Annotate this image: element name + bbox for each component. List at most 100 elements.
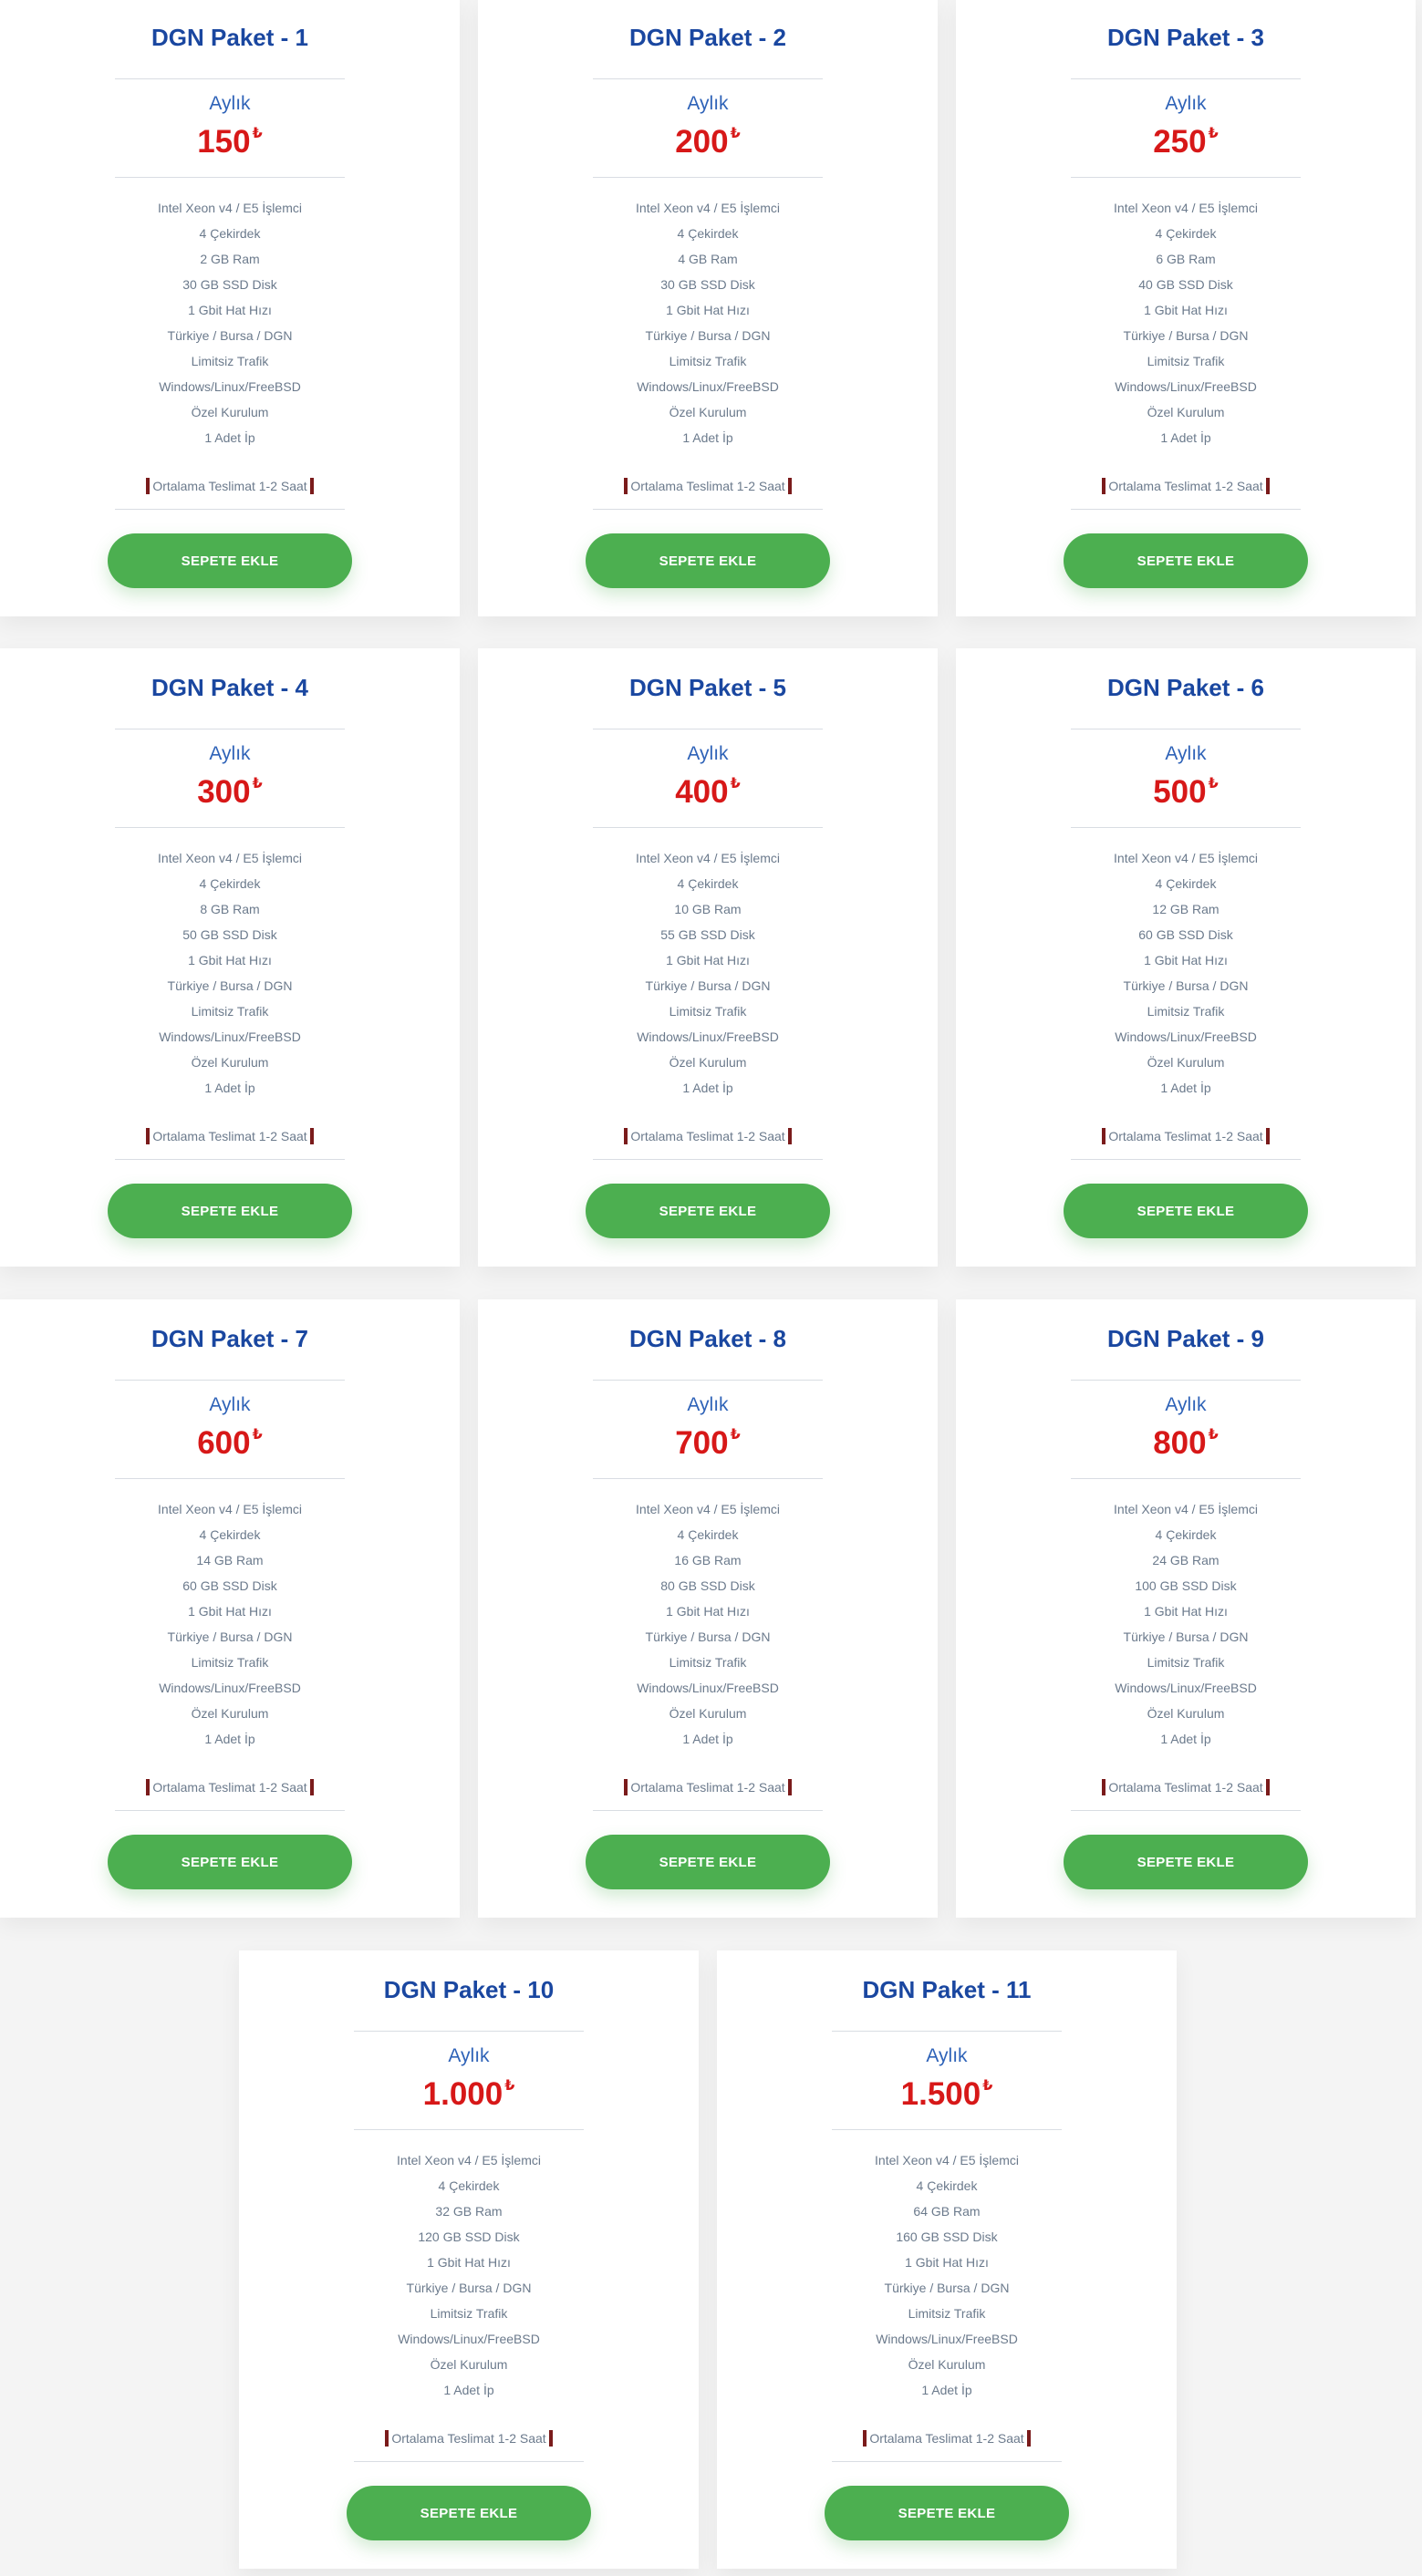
feature-item: Türkiye / Bursa / DGN xyxy=(1123,328,1249,343)
price-amount: 400 xyxy=(675,774,729,810)
delivery-text: Ortalama Teslimat 1-2 Saat xyxy=(1108,479,1263,493)
price: 1.500 ₺ xyxy=(717,2076,1177,2113)
divider xyxy=(832,2129,1062,2130)
currency-symbol: ₺ xyxy=(252,776,263,791)
pricing-card: DGN Paket - 10 Aylık 1.000 ₺ Intel Xeon v4 /… xyxy=(239,1950,699,2569)
feature-item: Intel Xeon v4 / E5 İşlemci xyxy=(158,1502,302,1516)
add-to-cart-button[interactable]: SEPETE EKLE xyxy=(347,2486,591,2540)
feature-list: Intel Xeon v4 / E5 İşlemci 4 Çekirdek 6 GB… xyxy=(956,195,1416,450)
delivery-text: Ortalama Teslimat 1-2 Saat xyxy=(630,479,785,493)
feature-list: Intel Xeon v4 / E5 İşlemci 4 Çekirdek 12 G… xyxy=(956,845,1416,1101)
add-to-cart-button[interactable]: SEPETE EKLE xyxy=(825,2486,1069,2540)
feature-list: Intel Xeon v4 / E5 İşlemci 4 Çekirdek 64 G… xyxy=(717,2147,1177,2403)
feature-item: 160 GB SSD Disk xyxy=(896,2229,998,2244)
billing-period: Aylık xyxy=(209,93,251,114)
feature-item: 1 Gbit Hat Hızı xyxy=(1144,303,1228,317)
marker-bar-icon xyxy=(146,1128,151,1144)
package-title: DGN Paket - 7 xyxy=(151,1325,308,1352)
package-title: DGN Paket - 3 xyxy=(1107,24,1264,51)
feature-item: 1 Adet İp xyxy=(921,2383,972,2397)
price-amount: 200 xyxy=(675,124,729,160)
feature-item: 1 Adet İp xyxy=(443,2383,494,2397)
divider xyxy=(593,78,823,79)
feature-item: 1 Gbit Hat Hızı xyxy=(905,2255,989,2270)
price-amount: 700 xyxy=(675,1425,729,1461)
feature-item: 1 Gbit Hat Hızı xyxy=(427,2255,511,2270)
feature-item: 6 GB Ram xyxy=(1156,252,1216,266)
feature-item: 1 Adet İp xyxy=(204,1732,255,1746)
feature-item: Türkiye / Bursa / DGN xyxy=(406,2281,532,2295)
billing-period: Aylık xyxy=(926,2045,968,2066)
add-to-cart-button[interactable]: SEPETE EKLE xyxy=(586,533,830,588)
currency-symbol: ₺ xyxy=(1208,776,1219,791)
billing-period: Aylık xyxy=(209,743,251,764)
price: 150 ₺ xyxy=(0,124,460,160)
feature-item: 8 GB Ram xyxy=(200,902,260,916)
marker-bar-icon xyxy=(787,478,792,494)
divider xyxy=(1071,1810,1301,1811)
feature-item: 1 Adet İp xyxy=(1160,1732,1211,1746)
marker-bar-icon xyxy=(624,1128,628,1144)
feature-item: 1 Gbit Hat Hızı xyxy=(666,1604,750,1619)
feature-item: 1 Gbit Hat Hızı xyxy=(1144,1604,1228,1619)
currency-symbol: ₺ xyxy=(730,776,741,791)
feature-list: Intel Xeon v4 / E5 İşlemci 4 Çekirdek 8 GB… xyxy=(0,845,460,1101)
feature-item: Intel Xeon v4 / E5 İşlemci xyxy=(397,2153,541,2167)
add-to-cart-button[interactable]: SEPETE EKLE xyxy=(1064,533,1308,588)
feature-item: 4 Çekirdek xyxy=(916,2178,978,2193)
pricing-grid: DGN Paket - 1 Aylık 150 ₺ Intel Xeon v4 / E5… xyxy=(0,0,1422,2576)
divider xyxy=(1071,78,1301,79)
feature-item: 4 Çekirdek xyxy=(199,226,261,241)
price: 600 ₺ xyxy=(0,1425,460,1462)
billing-period: Aylık xyxy=(687,93,729,114)
price: 500 ₺ xyxy=(956,774,1416,811)
add-to-cart-button[interactable]: SEPETE EKLE xyxy=(108,533,352,588)
feature-item: Türkiye / Bursa / DGN xyxy=(1123,978,1249,993)
marker-bar-icon xyxy=(624,478,628,494)
price-amount: 250 xyxy=(1153,124,1207,160)
divider xyxy=(354,2129,584,2130)
billing-period: Aylık xyxy=(1165,93,1207,114)
add-to-cart-button[interactable]: SEPETE EKLE xyxy=(108,1835,352,1889)
add-to-cart-button[interactable]: SEPETE EKLE xyxy=(1064,1835,1308,1889)
feature-item: 80 GB SSD Disk xyxy=(660,1578,755,1593)
pricing-card: DGN Paket - 9 Aylık 800 ₺ Intel Xeon v4 / E5… xyxy=(956,1299,1416,1918)
delivery-text: Ortalama Teslimat 1-2 Saat xyxy=(1108,1780,1263,1795)
divider xyxy=(1071,827,1301,828)
currency-symbol: ₺ xyxy=(730,126,741,141)
billing-period: Aylık xyxy=(687,743,729,764)
price: 700 ₺ xyxy=(478,1425,938,1462)
package-title: DGN Paket - 6 xyxy=(1107,674,1264,701)
feature-item: Özel Kurulum xyxy=(191,1706,269,1721)
delivery-note: Ortalama Teslimat 1-2 Saat xyxy=(956,1126,1416,1146)
divider xyxy=(593,1380,823,1381)
feature-item: 60 GB SSD Disk xyxy=(1138,927,1233,942)
pricing-card: DGN Paket - 7 Aylık 600 ₺ Intel Xeon v4 / E5… xyxy=(0,1299,460,1918)
package-title: DGN Paket - 11 xyxy=(862,1976,1032,2003)
price-amount: 500 xyxy=(1153,774,1207,810)
package-title: DGN Paket - 2 xyxy=(629,24,786,51)
marker-bar-icon xyxy=(787,1128,792,1144)
delivery-text: Ortalama Teslimat 1-2 Saat xyxy=(630,1129,785,1143)
delivery-note: Ortalama Teslimat 1-2 Saat xyxy=(956,1777,1416,1797)
delivery-note: Ortalama Teslimat 1-2 Saat xyxy=(956,476,1416,496)
marker-bar-icon xyxy=(1026,2430,1031,2447)
feature-item: 4 Çekirdek xyxy=(677,226,739,241)
marker-bar-icon xyxy=(1102,478,1106,494)
pricing-card: DGN Paket - 8 Aylık 700 ₺ Intel Xeon v4 / E5… xyxy=(478,1299,938,1918)
add-to-cart-button[interactable]: SEPETE EKLE xyxy=(1064,1184,1308,1238)
feature-item: 12 GB Ram xyxy=(1152,902,1220,916)
price: 1.000 ₺ xyxy=(239,2076,699,2113)
add-to-cart-button[interactable]: SEPETE EKLE xyxy=(586,1835,830,1889)
add-to-cart-button[interactable]: SEPETE EKLE xyxy=(108,1184,352,1238)
package-title: DGN Paket - 5 xyxy=(629,674,786,701)
feature-item: Limitsiz Trafik xyxy=(430,2306,508,2321)
pricing-card: DGN Paket - 4 Aylık 300 ₺ Intel Xeon v4 / E5… xyxy=(0,648,460,1267)
add-to-cart-button[interactable]: SEPETE EKLE xyxy=(586,1184,830,1238)
marker-bar-icon xyxy=(1102,1779,1106,1795)
feature-item: 1 Gbit Hat Hızı xyxy=(188,303,272,317)
feature-item: Limitsiz Trafik xyxy=(1147,1004,1225,1019)
delivery-text: Ortalama Teslimat 1-2 Saat xyxy=(152,1780,307,1795)
marker-bar-icon xyxy=(548,2430,553,2447)
feature-item: Windows/Linux/FreeBSD xyxy=(876,2332,1018,2346)
